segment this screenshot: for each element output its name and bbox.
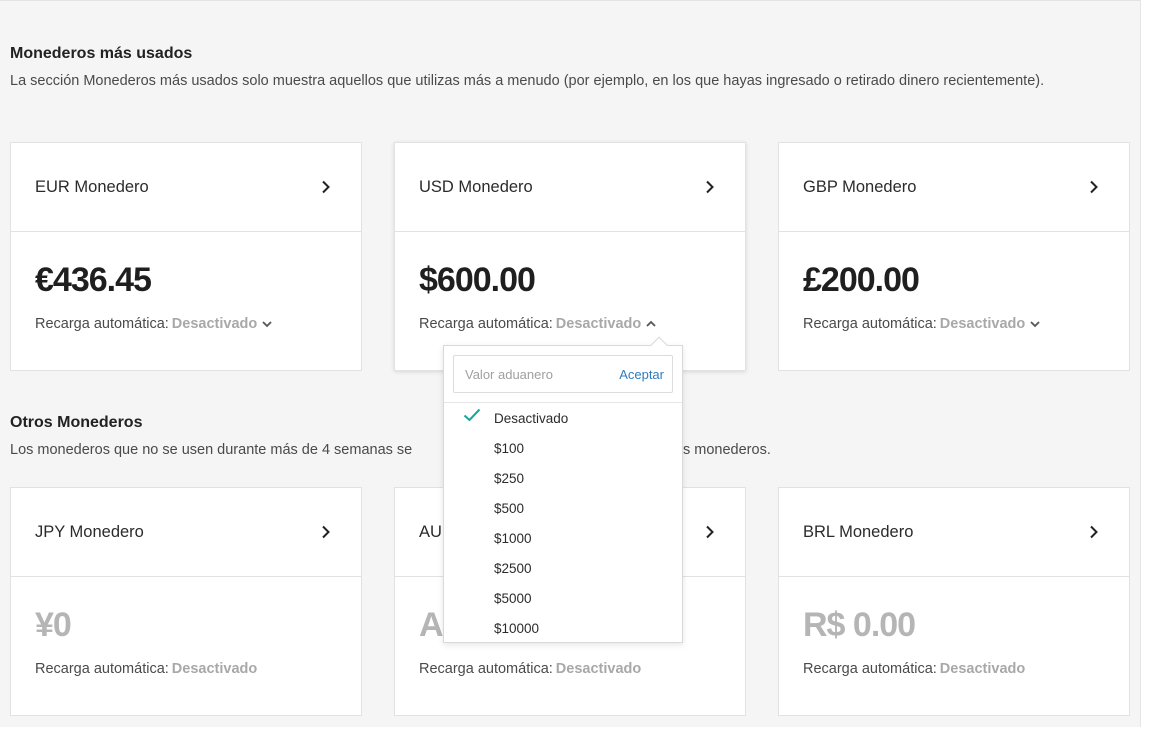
auto-recharge-toggle[interactable]: Desactivado [553, 316, 657, 332]
wallet-header-gbp[interactable]: GBP Monedero [779, 143, 1129, 232]
auto-recharge-label: Recarga automática: [419, 661, 553, 677]
auto-recharge-value: Desactivado [939, 316, 1026, 332]
wallet-name: BRL Monedero [803, 522, 914, 541]
custom-amount-input[interactable] [465, 366, 605, 382]
auto-recharge-value: Desactivado [555, 316, 642, 332]
check-icon [463, 408, 481, 422]
auto-recharge-value: Desactivado [939, 661, 1026, 677]
option-10000[interactable]: $10000 [444, 613, 682, 643]
auto-recharge-label: Recarga automática: [803, 661, 937, 677]
wallet-name: EUR Monedero [35, 177, 149, 196]
other-wallets-description-tail: s monederos. [683, 442, 771, 458]
wallet-header-jpy[interactable]: JPY Monedero [11, 488, 361, 577]
wallet-card-brl: BRL Monedero R$ 0.00 Recarga automática:… [778, 487, 1130, 716]
other-wallets-description: Los monederos que no se usen durante más… [10, 442, 413, 458]
wallet-header-brl[interactable]: BRL Monedero [779, 488, 1129, 577]
option-label: $100 [494, 440, 525, 456]
wallet-card-usd: USD Monedero $600.00 Recarga automática:… [394, 142, 746, 371]
chevron-right-icon [706, 525, 714, 539]
wallet-card-jpy: JPY Monedero ¥0 Recarga automática: Desa… [10, 487, 362, 716]
auto-recharge-toggle[interactable]: Desactivado [937, 316, 1041, 332]
wallet-card-gbp: GBP Monedero £200.00 Recarga automática:… [778, 142, 1130, 371]
accept-button[interactable]: Aceptar [619, 367, 664, 382]
auto-recharge-label: Recarga automática: [35, 661, 169, 677]
auto-recharge-label: Recarga automática: [35, 316, 169, 332]
wallet-name: JPY Monedero [35, 522, 144, 541]
option-label: $250 [494, 470, 525, 486]
option-label: $5000 [494, 590, 532, 606]
option-250[interactable]: $250 [444, 463, 682, 493]
other-wallets-title: Otros Monederos [10, 414, 143, 431]
auto-recharge: Recarga automática: Desactivado [35, 316, 337, 332]
custom-amount-row: Aceptar [453, 355, 673, 393]
wallet-name: GBP Monedero [803, 177, 917, 196]
wallet-name: AU [419, 522, 442, 541]
wallet-card-eur: EUR Monedero €436.45 Recarga automática:… [10, 142, 362, 371]
wallet-balance: ¥0 [35, 606, 72, 644]
chevron-right-icon [322, 525, 330, 539]
auto-recharge-toggle[interactable]: Desactivado [169, 316, 273, 332]
most-used-title: Monederos más usados [10, 45, 193, 62]
auto-recharge-value: Desactivado [555, 661, 642, 677]
chevron-up-icon [646, 320, 656, 327]
chevron-right-icon [322, 180, 330, 194]
option-1000[interactable]: $1000 [444, 523, 682, 553]
option-100[interactable]: $100 [444, 433, 682, 463]
wallet-header-usd[interactable]: USD Monedero [395, 143, 745, 232]
wallet-balance: $600.00 [419, 261, 536, 299]
option-label: $500 [494, 500, 525, 516]
recharge-options-list: Desactivado $100 $250 $500 $1000 $2500 $… [444, 403, 682, 643]
auto-recharge: Recarga automática: Desactivado [419, 661, 721, 677]
option-label: Desactivado [494, 410, 569, 426]
chevron-right-icon [1090, 180, 1098, 194]
auto-recharge-dropdown: Aceptar Desactivado $100 $250 $500 $1000… [443, 336, 683, 643]
chevron-down-icon [1030, 321, 1040, 328]
wallets-page: Monederos más usados La sección Monedero… [0, 0, 1141, 727]
wallet-balance: R$ 0.00 [803, 606, 916, 644]
auto-recharge-value: Desactivado [171, 316, 258, 332]
wallet-balance: £200.00 [803, 261, 920, 299]
wallet-header-eur[interactable]: EUR Monedero [11, 143, 361, 232]
auto-recharge-value: Desactivado [171, 661, 258, 677]
auto-recharge-label: Recarga automática: [419, 316, 553, 332]
auto-recharge: Recarga automática: Desactivado [35, 661, 337, 677]
most-used-description: La sección Monederos más usados solo mue… [10, 73, 1045, 89]
auto-recharge: Recarga automática: Desactivado [803, 661, 1105, 677]
option-label: $10000 [494, 620, 540, 636]
auto-recharge: Recarga automática: Desactivado [419, 316, 721, 332]
option-2500[interactable]: $2500 [444, 553, 682, 583]
chevron-right-icon [706, 180, 714, 194]
auto-recharge: Recarga automática: Desactivado [803, 316, 1105, 332]
chevron-down-icon [262, 321, 272, 328]
option-label: $2500 [494, 560, 532, 576]
chevron-right-icon [1090, 525, 1098, 539]
wallet-balance: €436.45 [35, 261, 152, 299]
option-5000[interactable]: $5000 [444, 583, 682, 613]
option-label: $1000 [494, 530, 532, 546]
option-desactivado[interactable]: Desactivado [444, 403, 682, 433]
option-500[interactable]: $500 [444, 493, 682, 523]
auto-recharge-label: Recarga automática: [803, 316, 937, 332]
wallet-name: USD Monedero [419, 177, 533, 196]
